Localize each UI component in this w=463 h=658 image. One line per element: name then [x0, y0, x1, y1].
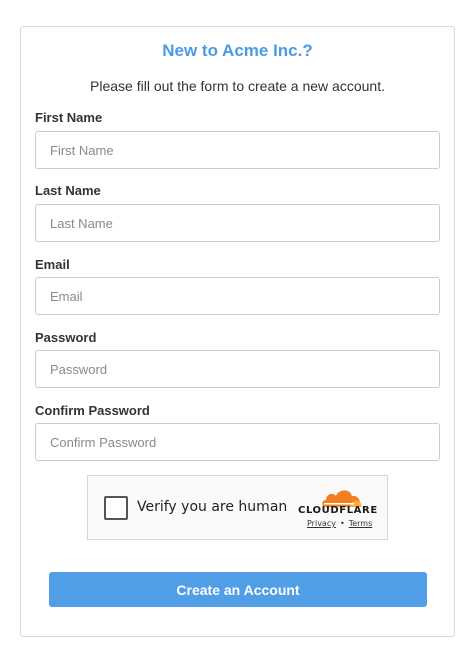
terms-link[interactable]: Terms — [349, 519, 373, 528]
password-input[interactable] — [35, 350, 440, 388]
link-separator: • — [339, 519, 345, 528]
form-subtitle: Please fill out the form to create a new… — [90, 78, 385, 94]
captcha-label: Verify you are human — [137, 499, 288, 515]
signup-card: New to Acme Inc.? Please fill out the fo… — [20, 26, 455, 637]
captcha-links: Privacy • Terms — [307, 519, 372, 528]
last-name-input[interactable] — [35, 204, 440, 242]
cloudflare-logo-text: CLOUDFLARE — [298, 505, 378, 516]
last-name-label: Last Name — [35, 183, 101, 198]
captcha-widget: Verify you are human CLOUDFLARE Privacy •… — [87, 475, 388, 540]
password-label: Password — [35, 330, 97, 345]
privacy-link[interactable]: Privacy — [307, 519, 336, 528]
captcha-checkbox[interactable] — [104, 496, 128, 520]
email-input[interactable] — [35, 277, 440, 315]
confirm-password-label: Confirm Password — [35, 403, 150, 418]
create-account-button[interactable]: Create an Account — [49, 572, 427, 607]
confirm-password-input[interactable] — [35, 423, 440, 461]
email-label: Email — [35, 257, 70, 272]
form-title: New to Acme Inc.? — [162, 41, 313, 60]
first-name-label: First Name — [35, 110, 103, 125]
first-name-input[interactable] — [35, 131, 440, 169]
